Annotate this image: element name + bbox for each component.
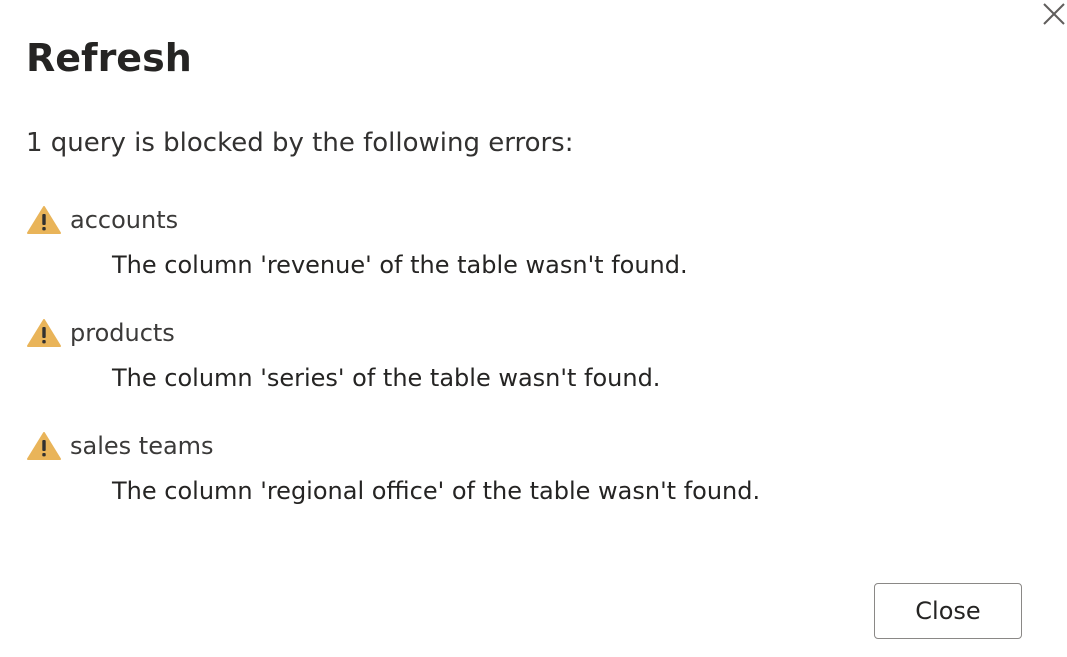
error-message: The column 'regional office' of the tabl… xyxy=(112,477,761,505)
query-name: accounts xyxy=(70,206,179,234)
error-message: The column 'revenue' of the table wasn't… xyxy=(112,251,688,279)
warning-icon xyxy=(27,319,61,347)
blocked-summary: 1 query is blocked by the following erro… xyxy=(26,128,574,158)
close-icon[interactable] xyxy=(1040,0,1067,28)
query-name: sales teams xyxy=(70,432,214,460)
error-message: The column 'series' of the table wasn't … xyxy=(112,364,661,392)
dialog-title: Refresh xyxy=(26,36,192,80)
close-button[interactable]: Close xyxy=(874,583,1022,639)
error-item: products The column 'series' of the tabl… xyxy=(26,316,660,394)
error-item: sales teams The column 'regional office'… xyxy=(26,429,760,507)
warning-icon xyxy=(27,432,61,460)
query-name: products xyxy=(70,319,175,347)
refresh-dialog: Refresh 1 query is blocked by the follow… xyxy=(0,0,1067,657)
warning-icon xyxy=(27,206,61,234)
error-item: accounts The column 'revenue' of the tab… xyxy=(26,203,688,281)
